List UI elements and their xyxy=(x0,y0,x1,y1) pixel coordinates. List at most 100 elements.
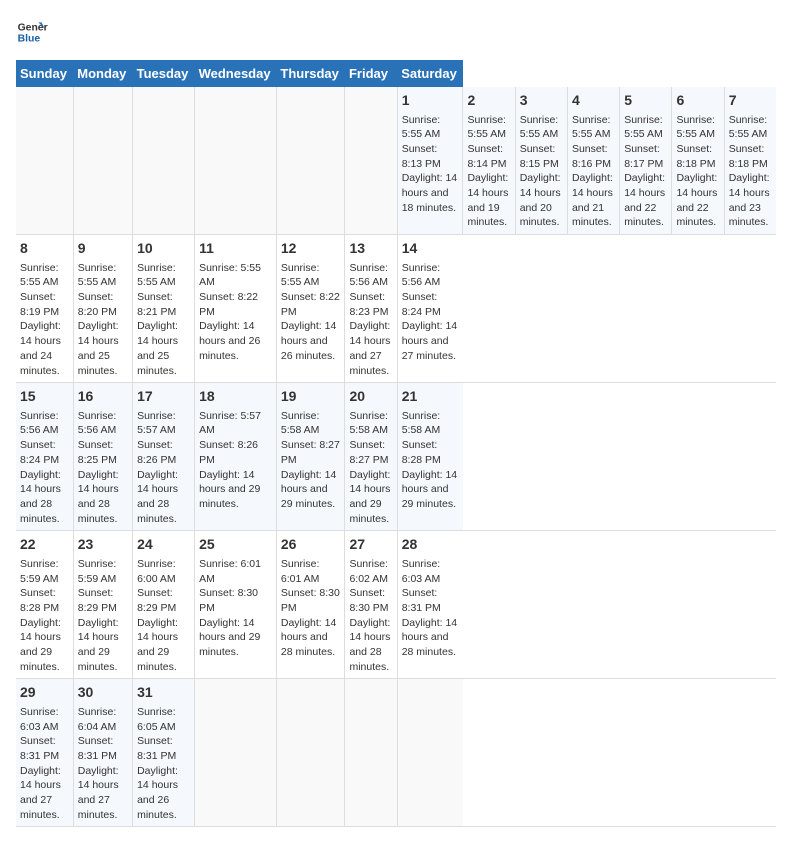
daylight: Daylight: 14 hours and 18 minutes. xyxy=(402,172,457,213)
calendar-cell xyxy=(345,87,397,235)
sunset: Sunset: 8:27 PM xyxy=(281,439,340,466)
daylight: Daylight: 14 hours and 29 minutes. xyxy=(137,617,178,673)
sunrise: Sunrise: 5:55 AM xyxy=(520,114,559,141)
calendar-cell: 7Sunrise: 5:55 AMSunset: 8:18 PMDaylight… xyxy=(724,87,776,235)
calendar-cell: 27Sunrise: 6:02 AMSunset: 8:30 PMDayligh… xyxy=(345,531,397,679)
calendar-cell: 4Sunrise: 5:55 AMSunset: 8:16 PMDaylight… xyxy=(567,87,619,235)
day-number: 31 xyxy=(137,683,190,703)
calendar-cell: 25Sunrise: 6:01 AMSunset: 8:30 PMDayligh… xyxy=(195,531,277,679)
header-tuesday: Tuesday xyxy=(133,60,195,87)
sunset: Sunset: 8:21 PM xyxy=(137,291,176,318)
header-wednesday: Wednesday xyxy=(195,60,277,87)
sunset: Sunset: 8:20 PM xyxy=(78,291,117,318)
day-number: 30 xyxy=(78,683,128,703)
calendar-cell: 24Sunrise: 6:00 AMSunset: 8:29 PMDayligh… xyxy=(133,531,195,679)
day-number: 1 xyxy=(402,91,459,111)
daylight: Daylight: 14 hours and 29 minutes. xyxy=(199,469,260,510)
sunset: Sunset: 8:17 PM xyxy=(624,143,663,170)
sunrise: Sunrise: 5:58 AM xyxy=(402,410,441,437)
sunset: Sunset: 8:30 PM xyxy=(199,587,258,614)
calendar-cell: 26Sunrise: 6:01 AMSunset: 8:30 PMDayligh… xyxy=(276,531,345,679)
sunset: Sunset: 8:18 PM xyxy=(729,143,768,170)
calendar-cell xyxy=(276,87,345,235)
sunrise: Sunrise: 5:55 AM xyxy=(624,114,663,141)
day-number: 20 xyxy=(349,387,392,407)
day-number: 10 xyxy=(137,239,190,259)
day-number: 24 xyxy=(137,535,190,555)
header-monday: Monday xyxy=(73,60,132,87)
day-number: 9 xyxy=(78,239,128,259)
calendar-week-2: 15Sunrise: 5:56 AMSunset: 8:24 PMDayligh… xyxy=(16,383,776,531)
sunrise: Sunrise: 5:55 AM xyxy=(20,262,59,289)
sunset: Sunset: 8:22 PM xyxy=(199,291,258,318)
sunset: Sunset: 8:28 PM xyxy=(402,439,441,466)
calendar-cell: 21Sunrise: 5:58 AMSunset: 8:28 PMDayligh… xyxy=(397,383,463,531)
calendar-cell: 12Sunrise: 5:55 AMSunset: 8:22 PMDayligh… xyxy=(276,235,345,383)
sunset: Sunset: 8:24 PM xyxy=(20,439,59,466)
header-friday: Friday xyxy=(345,60,397,87)
header-sunday: Sunday xyxy=(16,60,73,87)
day-number: 14 xyxy=(402,239,459,259)
calendar-cell: 23Sunrise: 5:59 AMSunset: 8:29 PMDayligh… xyxy=(73,531,132,679)
sunset: Sunset: 8:31 PM xyxy=(20,735,59,762)
sunrise: Sunrise: 5:55 AM xyxy=(78,262,117,289)
sunset: Sunset: 8:31 PM xyxy=(137,735,176,762)
daylight: Daylight: 14 hours and 25 minutes. xyxy=(78,320,119,376)
sunrise: Sunrise: 5:58 AM xyxy=(349,410,388,437)
daylight: Daylight: 14 hours and 26 minutes. xyxy=(199,320,260,361)
sunset: Sunset: 8:24 PM xyxy=(402,291,441,318)
sunset: Sunset: 8:29 PM xyxy=(137,587,176,614)
calendar-cell: 16Sunrise: 5:56 AMSunset: 8:25 PMDayligh… xyxy=(73,383,132,531)
day-number: 16 xyxy=(78,387,128,407)
sunrise: Sunrise: 5:56 AM xyxy=(402,262,441,289)
sunset: Sunset: 8:29 PM xyxy=(78,587,117,614)
calendar-cell xyxy=(133,87,195,235)
sunrise: Sunrise: 6:04 AM xyxy=(78,706,117,733)
day-number: 25 xyxy=(199,535,272,555)
daylight: Daylight: 14 hours and 29 minutes. xyxy=(349,469,390,525)
sunset: Sunset: 8:25 PM xyxy=(78,439,117,466)
daylight: Daylight: 14 hours and 28 minutes. xyxy=(281,617,336,658)
sunset: Sunset: 8:23 PM xyxy=(349,291,388,318)
calendar-table: SundayMondayTuesdayWednesdayThursdayFrid… xyxy=(16,60,776,827)
daylight: Daylight: 14 hours and 26 minutes. xyxy=(137,765,178,821)
day-number: 17 xyxy=(137,387,190,407)
sunset: Sunset: 8:15 PM xyxy=(520,143,559,170)
daylight: Daylight: 14 hours and 28 minutes. xyxy=(20,469,61,525)
daylight: Daylight: 14 hours and 20 minutes. xyxy=(520,172,561,228)
header-thursday: Thursday xyxy=(276,60,345,87)
sunrise: Sunrise: 5:55 AM xyxy=(402,114,441,141)
logo-icon: General Blue xyxy=(16,16,48,48)
daylight: Daylight: 14 hours and 19 minutes. xyxy=(467,172,508,228)
day-number: 28 xyxy=(402,535,459,555)
sunrise: Sunrise: 5:55 AM xyxy=(467,114,506,141)
calendar-cell: 10Sunrise: 5:55 AMSunset: 8:21 PMDayligh… xyxy=(133,235,195,383)
daylight: Daylight: 14 hours and 28 minutes. xyxy=(402,617,457,658)
sunrise: Sunrise: 5:55 AM xyxy=(676,114,715,141)
header-saturday: Saturday xyxy=(397,60,463,87)
sunrise: Sunrise: 5:55 AM xyxy=(729,114,768,141)
calendar-cell: 31Sunrise: 6:05 AMSunset: 8:31 PMDayligh… xyxy=(133,679,195,827)
sunset: Sunset: 8:13 PM xyxy=(402,143,441,170)
sunrise: Sunrise: 6:01 AM xyxy=(199,558,261,585)
daylight: Daylight: 14 hours and 26 minutes. xyxy=(281,320,336,361)
sunrise: Sunrise: 5:56 AM xyxy=(78,410,117,437)
daylight: Daylight: 14 hours and 25 minutes. xyxy=(137,320,178,376)
sunset: Sunset: 8:26 PM xyxy=(199,439,258,466)
daylight: Daylight: 14 hours and 27 minutes. xyxy=(402,320,457,361)
calendar-cell: 2Sunrise: 5:55 AMSunset: 8:14 PMDaylight… xyxy=(463,87,515,235)
calendar-body: 1Sunrise: 5:55 AMSunset: 8:13 PMDaylight… xyxy=(16,87,776,827)
day-number: 2 xyxy=(467,91,510,111)
calendar-cell: 22Sunrise: 5:59 AMSunset: 8:28 PMDayligh… xyxy=(16,531,73,679)
calendar-cell: 28Sunrise: 6:03 AMSunset: 8:31 PMDayligh… xyxy=(397,531,463,679)
calendar-cell xyxy=(195,679,277,827)
calendar-cell: 17Sunrise: 5:57 AMSunset: 8:26 PMDayligh… xyxy=(133,383,195,531)
calendar-cell: 11Sunrise: 5:55 AMSunset: 8:22 PMDayligh… xyxy=(195,235,277,383)
calendar-cell xyxy=(397,679,463,827)
sunrise: Sunrise: 5:56 AM xyxy=(20,410,59,437)
sunrise: Sunrise: 5:56 AM xyxy=(349,262,388,289)
sunrise: Sunrise: 5:59 AM xyxy=(78,558,117,585)
sunrise: Sunrise: 5:59 AM xyxy=(20,558,59,585)
svg-text:General: General xyxy=(18,22,48,33)
calendar-cell: 18Sunrise: 5:57 AMSunset: 8:26 PMDayligh… xyxy=(195,383,277,531)
